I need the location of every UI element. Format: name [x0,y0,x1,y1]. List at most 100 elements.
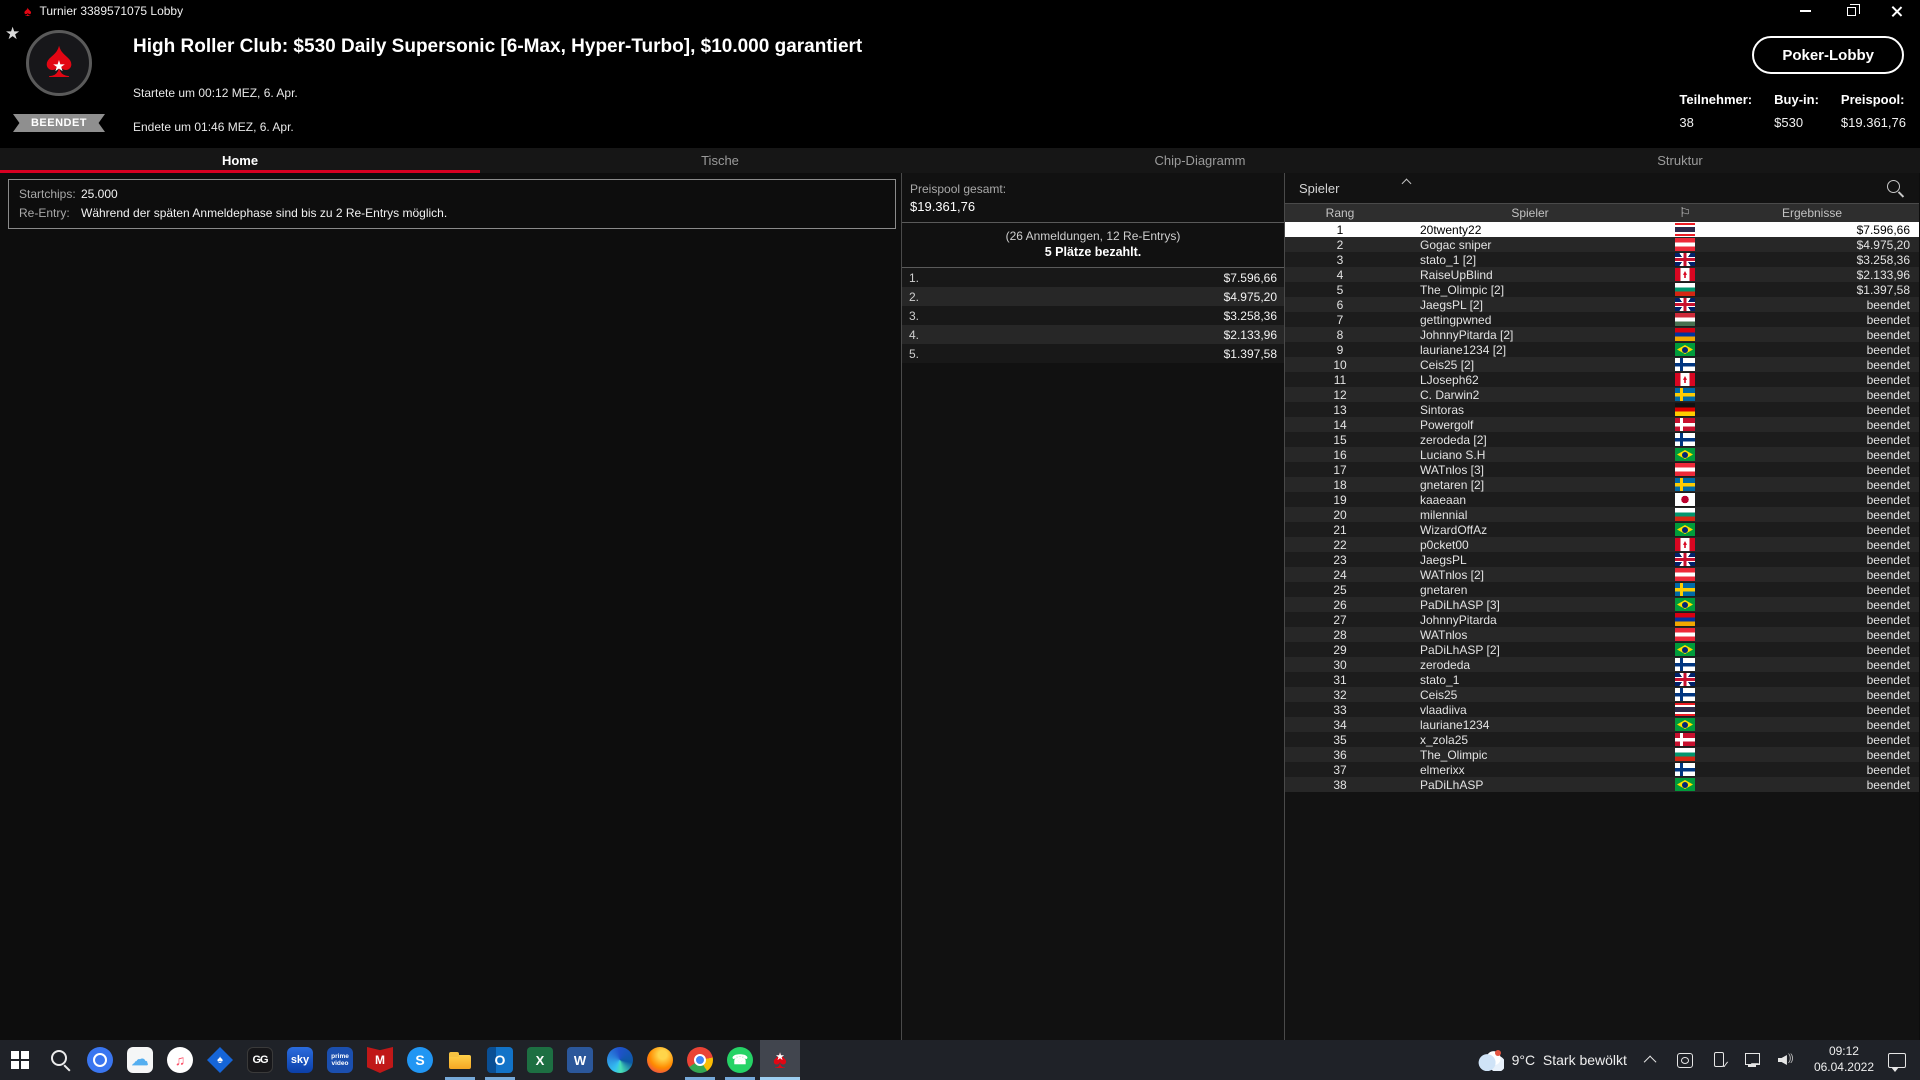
player-row[interactable]: 2 Gogac sniper $4.975,20 [1285,237,1919,252]
taskbar-item[interactable]: GG [240,1040,280,1080]
player-row[interactable]: 18 gnetaren [2] beendet [1285,477,1919,492]
player-row[interactable]: 34 lauriane1234 beendet [1285,717,1919,732]
gg-icon: GG [247,1047,273,1073]
player-result: beendet [1705,463,1919,477]
player-column-header[interactable]: Spieler [1395,206,1665,220]
player-row[interactable]: 19 kaaeaan beendet [1285,492,1919,507]
player-row[interactable]: 14 Powergolf beendet [1285,417,1919,432]
player-name: gnetaren [2] [1395,478,1665,492]
tab[interactable]: Tische [480,148,960,173]
prime-icon: prime video [327,1047,353,1073]
tournament-info-column: Startchips: 25.000 i Re-Entry: Während d… [0,173,901,1040]
player-row[interactable]: 24 WATnlos [2] beendet [1285,567,1919,582]
player-row[interactable]: 36 The_Olimpic beendet [1285,747,1919,762]
hidden-icons-chevron[interactable] [1644,1055,1657,1068]
usb-icon[interactable] [1708,1049,1730,1071]
player-row[interactable]: 35 x_zola25 beendet [1285,732,1919,747]
player-row[interactable]: 1 20twenty22 $7.596,66 [1285,222,1919,237]
player-row[interactable]: 22 p0cket00 beendet [1285,537,1919,552]
player-row[interactable]: 9 lauriane1234 [2] beendet [1285,342,1919,357]
excel-icon: X [527,1047,553,1073]
poker-lobby-button[interactable]: Poker-Lobby [1752,36,1904,74]
taskbar-item[interactable] [600,1040,640,1080]
player-row[interactable]: 27 JohnnyPitarda beendet [1285,612,1919,627]
taskbar-item[interactable]: O [480,1040,520,1080]
player-row[interactable]: 23 JaegsPL beendet [1285,552,1919,567]
action-center-icon[interactable] [1888,1053,1906,1068]
taskbar-item[interactable]: ♠ [760,1040,800,1080]
flag-column-header[interactable]: ⚐ [1665,205,1705,221]
restore-button[interactable] [1828,0,1874,22]
taskbar-item[interactable]: M [360,1040,400,1080]
taskbar-item[interactable]: ♠ [200,1040,240,1080]
taskbar-item[interactable] [40,1040,80,1080]
taskbar-item[interactable]: ☎ [720,1040,760,1080]
player-row[interactable]: 32 Ceis25 beendet [1285,687,1919,702]
taskbar-item[interactable]: S [400,1040,440,1080]
player-row[interactable]: 15 zerodeda [2] beendet [1285,432,1919,447]
info-row: Startchips: 25.000 i [19,185,885,204]
tournament-header: ★ ♠ ★ BEENDET High Roller Club: $530 Dai… [0,22,1920,148]
player-row[interactable]: 30 zerodeda beendet [1285,657,1919,672]
player-row[interactable]: 26 PaDiLhASP [3] beendet [1285,597,1919,612]
network-icon[interactable] [1742,1049,1764,1071]
taskbar-item[interactable] [640,1040,680,1080]
meet-now-icon[interactable] [1674,1049,1696,1071]
country-flag [1675,388,1695,401]
rank-column-header[interactable]: Rang [1285,206,1395,220]
payout-position: 5. [909,347,919,361]
player-row[interactable]: 13 Sintoras beendet [1285,402,1919,417]
player-row[interactable]: 33 vlaadiiva beendet [1285,702,1919,717]
player-row[interactable]: 8 JohnnyPitarda [2] beendet [1285,327,1919,342]
tab[interactable]: Chip-Diagramm [960,148,1440,173]
player-row[interactable]: 10 Ceis25 [2] beendet [1285,357,1919,372]
player-row[interactable]: 28 WATnlos beendet [1285,627,1919,642]
minimize-button[interactable] [1782,0,1828,22]
player-row[interactable]: 31 stato_1 beendet [1285,672,1919,687]
taskbar-item[interactable] [80,1040,120,1080]
results-column-header[interactable]: Ergebnisse [1705,206,1919,220]
player-row[interactable]: 4 RaiseUpBlind $2.133,96 [1285,267,1919,282]
player-row[interactable]: 29 PaDiLhASP [2] beendet [1285,642,1919,657]
country-flag [1675,418,1695,431]
taskbar-item[interactable] [440,1040,480,1080]
taskbar-item[interactable]: ♫ [160,1040,200,1080]
weather-widget[interactable]: 9°C Stark bewölkt [1478,1049,1627,1071]
close-button[interactable] [1874,0,1920,22]
player-result: beendet [1705,538,1919,552]
player-rank: 37 [1285,763,1395,777]
player-row[interactable]: 21 WizardOffAz beendet [1285,522,1919,537]
player-row[interactable]: 12 C. Darwin2 beendet [1285,387,1919,402]
tab[interactable]: Home [0,148,480,173]
tab[interactable]: Struktur [1440,148,1920,173]
clock[interactable]: 09:12 06.04.2022 [1814,1044,1874,1075]
taskbar-item[interactable]: W [560,1040,600,1080]
player-row[interactable]: 17 WATnlos [3] beendet [1285,462,1919,477]
player-row[interactable]: 16 Luciano S.H beendet [1285,447,1919,462]
country-flag [1675,433,1695,446]
player-row[interactable]: 38 PaDiLhASP beendet [1285,777,1919,792]
player-row[interactable]: 3 stato_1 [2] $3.258,36 [1285,252,1919,267]
taskbar-item[interactable] [0,1040,40,1080]
favorite-star-icon[interactable]: ★ [5,24,20,44]
player-row[interactable]: 7 gettingpwned beendet [1285,312,1919,327]
taskbar-item[interactable]: X [520,1040,560,1080]
country-flag [1675,298,1695,311]
payout-row: 3. $3.258,36 [902,306,1284,325]
taskbar-item[interactable]: prime video [320,1040,360,1080]
player-rank: 24 [1285,568,1395,582]
player-row[interactable]: 11 LJoseph62 beendet [1285,372,1919,387]
payout-amount: $1.397,58 [1224,347,1277,361]
volume-icon[interactable] [1776,1049,1798,1071]
player-row[interactable]: 25 gnetaren beendet [1285,582,1919,597]
player-row[interactable]: 6 JaegsPL [2] beendet [1285,297,1919,312]
outlook-icon: O [487,1047,513,1073]
player-row[interactable]: 20 milennial beendet [1285,507,1919,522]
taskbar-item[interactable]: sky [280,1040,320,1080]
taskbar-item[interactable]: ☁ [120,1040,160,1080]
search-icon[interactable] [1885,178,1905,198]
player-row[interactable]: 37 elmerixx beendet [1285,762,1919,777]
player-row[interactable]: 5 The_Olimpic [2] $1.397,58 [1285,282,1919,297]
taskbar-item[interactable] [680,1040,720,1080]
player-rank: 6 [1285,298,1395,312]
